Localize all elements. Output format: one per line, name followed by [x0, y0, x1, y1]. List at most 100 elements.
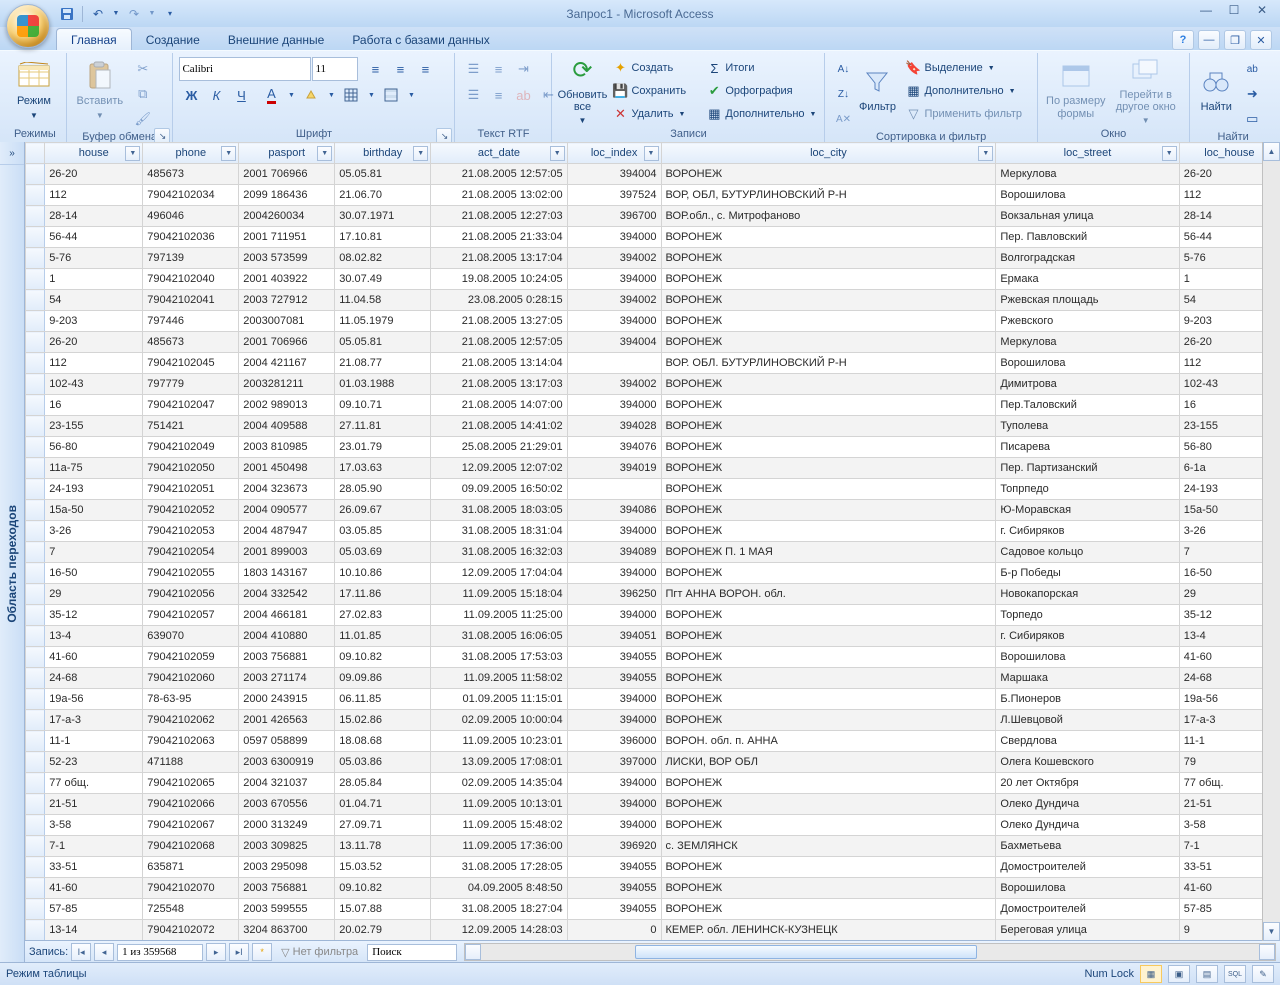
save-record-button[interactable]: 💾Сохранить — [610, 80, 700, 102]
cell[interactable]: Меркулова — [996, 332, 1179, 353]
goto-icon[interactable]: ➜ — [1240, 82, 1264, 106]
mdi-restore[interactable]: ❐ — [1224, 30, 1246, 50]
spelling-button[interactable]: ✔Орфография — [704, 80, 818, 102]
column-header-loc_index[interactable]: loc_index▼ — [567, 143, 661, 164]
cell[interactable]: ВОР. ОБЛ. БУТУРЛИНОВСКИЙ Р-Н — [661, 353, 996, 374]
cell[interactable]: 15.02.86 — [335, 710, 431, 731]
cell[interactable]: 21.08.2005 13:17:03 — [431, 374, 567, 395]
cell[interactable]: 471188 — [143, 752, 239, 773]
row-selector[interactable] — [26, 878, 45, 899]
cell[interactable]: 52-23 — [45, 752, 143, 773]
view-datasheet-icon[interactable]: ▦ — [1140, 965, 1162, 983]
cell[interactable]: 2003 271174 — [239, 668, 335, 689]
cell[interactable]: 2001 403922 — [239, 269, 335, 290]
cell[interactable]: 2003 295098 — [239, 857, 335, 878]
cell[interactable]: 635871 — [143, 857, 239, 878]
view-pivot-icon[interactable]: ▣ — [1168, 965, 1190, 983]
align-right-icon[interactable]: ≡ — [413, 57, 437, 81]
cell[interactable]: 11.09.2005 11:25:00 — [431, 605, 567, 626]
new-record-button[interactable]: ✦Создать — [610, 57, 700, 79]
cell[interactable]: 102-43 — [45, 374, 143, 395]
row-selector[interactable] — [26, 290, 45, 311]
undo-icon[interactable]: ↶ — [87, 4, 109, 24]
row-selector[interactable] — [26, 584, 45, 605]
cell[interactable]: Ермака — [996, 269, 1179, 290]
row-selector[interactable] — [26, 395, 45, 416]
cell[interactable]: Л.Шевцовой — [996, 710, 1179, 731]
cell[interactable]: 11.09.2005 10:23:01 — [431, 731, 567, 752]
cell[interactable]: 2004 487947 — [239, 521, 335, 542]
cell[interactable]: 397524 — [567, 185, 661, 206]
row-selector[interactable] — [26, 206, 45, 227]
close-button[interactable]: ✕ — [1248, 1, 1276, 19]
undo-drop-icon[interactable]: ▼ — [111, 4, 121, 24]
cell[interactable]: 01.09.2005 11:15:01 — [431, 689, 567, 710]
paste-button[interactable]: Вставить▼ — [73, 55, 127, 125]
cell[interactable]: 19а-56 — [45, 689, 143, 710]
row-selector[interactable] — [26, 668, 45, 689]
table-row[interactable]: 112790421020342099 18643621.06.7021.08.2… — [26, 185, 1280, 206]
view-button[interactable]: Режим▼ — [10, 55, 58, 125]
refresh-all-button[interactable]: ⟳ Обновить все▼ — [558, 55, 606, 125]
nav-next-icon[interactable]: ▸ — [206, 943, 226, 961]
filter-dropdown-icon[interactable]: ▼ — [550, 146, 565, 161]
sort-asc-icon[interactable]: A↓ — [831, 57, 855, 81]
cell[interactable]: 394055 — [567, 899, 661, 920]
filter-dropdown-icon[interactable]: ▼ — [317, 146, 332, 161]
nav-last-icon[interactable]: ▸I — [229, 943, 249, 961]
altfill-drop[interactable]: ▼ — [404, 83, 418, 107]
cell[interactable]: ВОРОНЕЖ — [661, 521, 996, 542]
cell[interactable]: 394004 — [567, 164, 661, 185]
cell[interactable]: 639070 — [143, 626, 239, 647]
cell[interactable]: 79042102047 — [143, 395, 239, 416]
row-selector[interactable] — [26, 647, 45, 668]
table-row[interactable]: 26-204856732001 70696605.05.8121.08.2005… — [26, 164, 1280, 185]
cell[interactable]: 33-51 — [45, 857, 143, 878]
cell[interactable]: ВОРОНЕЖ — [661, 668, 996, 689]
cell[interactable]: ВОРОНЕЖ — [661, 437, 996, 458]
cell[interactable]: Олеко Дундича — [996, 815, 1179, 836]
cell[interactable]: 11.09.2005 15:48:02 — [431, 815, 567, 836]
cell[interactable]: 79042102056 — [143, 584, 239, 605]
cell[interactable]: 2004260034 — [239, 206, 335, 227]
table-row[interactable]: 33-516358712003 29509815.03.5231.08.2005… — [26, 857, 1280, 878]
table-row[interactable]: 23-1557514212004 40958827.11.8121.08.200… — [26, 416, 1280, 437]
cell[interactable]: ВОР.обл., с. Митрофаново — [661, 206, 996, 227]
cell[interactable]: 54 — [45, 290, 143, 311]
cell[interactable]: 2000 313249 — [239, 815, 335, 836]
cell[interactable]: 394004 — [567, 332, 661, 353]
cell[interactable]: Садовое кольцо — [996, 542, 1179, 563]
cell[interactable]: 21.08.2005 13:27:05 — [431, 311, 567, 332]
cell[interactable]: 41-60 — [45, 878, 143, 899]
gridlines-icon[interactable] — [339, 83, 363, 107]
fill-color-drop[interactable]: ▼ — [324, 83, 338, 107]
cell[interactable]: 79042102068 — [143, 836, 239, 857]
cell[interactable]: Домостроителей — [996, 899, 1179, 920]
cell[interactable]: 797139 — [143, 248, 239, 269]
italic-icon[interactable]: К — [204, 83, 228, 107]
record-position-input[interactable] — [117, 944, 203, 961]
column-header-act_date[interactable]: act_date▼ — [431, 143, 567, 164]
data-grid[interactable]: house▼phone▼pasport▼birthday▼act_date▼lo… — [25, 142, 1280, 940]
cell[interactable]: 11.09.2005 15:18:04 — [431, 584, 567, 605]
cell[interactable]: 396250 — [567, 584, 661, 605]
cell[interactable]: 394000 — [567, 395, 661, 416]
cell[interactable]: 394000 — [567, 794, 661, 815]
font-name-combo[interactable] — [179, 57, 311, 81]
cell[interactable]: ВОРОНЕЖ П. 1 МАЯ — [661, 542, 996, 563]
filter-dropdown-icon[interactable]: ▼ — [978, 146, 993, 161]
cell[interactable]: 2004 332542 — [239, 584, 335, 605]
gridlines-drop[interactable]: ▼ — [364, 83, 378, 107]
cell[interactable]: 17.11.86 — [335, 584, 431, 605]
cell[interactable]: Ворошилова — [996, 353, 1179, 374]
cell[interactable]: 2003 6300919 — [239, 752, 335, 773]
tab-create[interactable]: Создание — [132, 29, 214, 50]
cell[interactable]: 2003 309825 — [239, 836, 335, 857]
cell[interactable]: 23.01.79 — [335, 437, 431, 458]
cell[interactable]: 11а-75 — [45, 458, 143, 479]
cell[interactable]: 21.06.70 — [335, 185, 431, 206]
cell[interactable]: 394000 — [567, 710, 661, 731]
find-button[interactable]: Найти — [1196, 55, 1236, 125]
cell[interactable]: 31.08.2005 17:53:03 — [431, 647, 567, 668]
cell[interactable]: ВОРОНЕЖ — [661, 227, 996, 248]
